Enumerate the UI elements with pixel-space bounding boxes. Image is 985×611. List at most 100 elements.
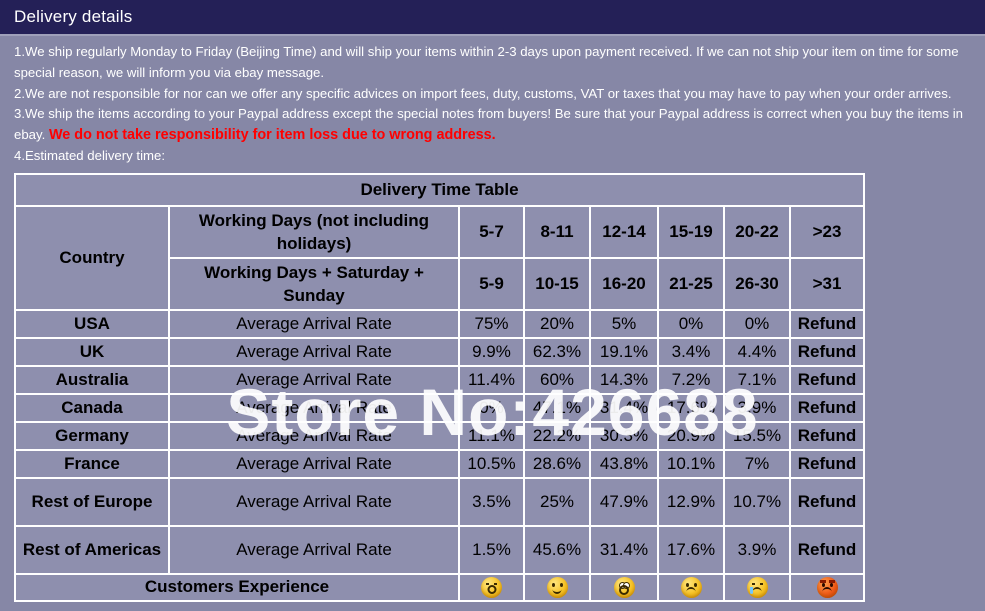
table-row: USA Average Arrival Rate 75% 20% 5% 0% 0… [16,310,863,337]
rate-value: 28.6% [525,450,589,477]
table-row: Canada Average Arrival Rate 0% 47.1% 31.… [16,394,863,421]
rate-value: 17.6% [659,526,723,573]
working-days-range-3: 12-14 [591,206,657,257]
rate-value: 9.9% [460,338,523,365]
experience-cell [725,574,789,600]
policy-warning-text: We do not take responsibility for item l… [48,127,496,144]
rate-label: Average Arrival Rate [170,310,458,337]
rate-value: 14.3% [591,366,657,393]
rate-value: 62.3% [525,338,589,365]
country-name: Australia [16,366,168,393]
table-row: France Average Arrival Rate 10.5% 28.6% … [16,450,863,477]
country-name: Rest of Europe [16,478,168,525]
rate-value: 7% [725,450,789,477]
refund-label: Refund [791,338,863,365]
refund-label: Refund [791,526,863,573]
rate-value: 10.7% [725,478,789,525]
rate-label: Average Arrival Rate [170,394,458,421]
rate-value: 20% [525,310,589,337]
country-name: France [16,450,168,477]
rate-value: 5% [591,310,657,337]
experience-cell [791,574,863,600]
weekend-range-3: 16-20 [591,258,657,309]
refund-label: Refund [791,366,863,393]
country-column-header: Country [16,206,168,309]
rate-value: 75% [460,310,523,337]
policy-line-2: 2.We are not responsible for nor can we … [14,85,952,101]
country-name: USA [16,310,168,337]
rate-value: 47.9% [591,478,657,525]
rate-value: 11.4% [460,366,523,393]
customers-experience-label: Customers Experience [16,574,458,600]
working-days-range-1: 5-7 [460,206,523,257]
rate-label: Average Arrival Rate [170,422,458,449]
rate-value: 20.9% [659,422,723,449]
weekend-range-6: >31 [791,258,863,309]
rate-value: 11.1% [460,422,523,449]
rate-value: 0% [725,310,789,337]
page-title: Delivery details [14,7,133,26]
rate-value: 10.1% [659,450,723,477]
weekend-range-1: 5-9 [460,258,523,309]
table-caption: Delivery Time Table [16,174,863,205]
experience-cell [460,574,523,600]
policy-line-4: 4.Estimated delivery time: [14,147,165,163]
table-caption-row: Delivery Time Table [16,174,863,205]
experience-cell [591,574,657,600]
rate-value: 3.4% [659,338,723,365]
rate-value: 7.2% [659,366,723,393]
frowning-face-icon [680,576,702,598]
delivery-time-table-wrapper: Delivery Time Table Country Working Days… [0,167,985,602]
refund-label: Refund [791,450,863,477]
rate-value: 12.9% [659,478,723,525]
rate-value: 43.8% [591,450,657,477]
table-row: Germany Average Arrival Rate 11.1% 22.2%… [16,422,863,449]
weekend-range-2: 10-15 [525,258,589,309]
rate-label: Average Arrival Rate [170,526,458,573]
rate-value: 25% [525,478,589,525]
weekend-range-4: 21-25 [659,258,723,309]
country-name: UK [16,338,168,365]
angry-face-icon [816,576,838,598]
rate-value: 0% [659,310,723,337]
rate-value: 3.9% [725,394,789,421]
header-bar: Delivery details [0,0,985,36]
rate-value: 31.4% [591,394,657,421]
country-name: Canada [16,394,168,421]
rate-value: 60% [525,366,589,393]
rate-label: Average Arrival Rate [170,338,458,365]
experience-cell [659,574,723,600]
rate-value: 30.3% [591,422,657,449]
table-row: UK Average Arrival Rate 9.9% 62.3% 19.1%… [16,338,863,365]
policy-text-block: 1.We ship regularly Monday to Friday (Be… [0,36,985,167]
rate-value: 3.9% [725,526,789,573]
rate-value: 10.5% [460,450,523,477]
shocked-face-icon [613,576,635,598]
rate-value: 7.1% [725,366,789,393]
refund-label: Refund [791,478,863,525]
policy-line-1: 1.We ship regularly Monday to Friday (Be… [14,44,959,80]
crying-face-icon [746,576,768,598]
customers-experience-row: Customers Experience [16,574,863,600]
working-days-weekend-label: Working Days + Saturday + Sunday [170,258,458,309]
country-name: Rest of Americas [16,526,168,573]
refund-label: Refund [791,422,863,449]
rate-value: 22.2% [525,422,589,449]
refund-label: Refund [791,310,863,337]
rate-value: 3.5% [460,478,523,525]
delivery-time-table: Delivery Time Table Country Working Days… [14,172,865,602]
rate-value: 19.1% [591,338,657,365]
working-days-range-5: 20-22 [725,206,789,257]
table-row: Rest of Americas Average Arrival Rate 1.… [16,526,863,573]
policy-line-3: 3.We ship the items according to your Pa… [14,104,973,146]
working-days-range-2: 8-11 [525,206,589,257]
rate-value: 15.5% [725,422,789,449]
rate-label: Average Arrival Rate [170,478,458,525]
rate-label: Average Arrival Rate [170,366,458,393]
country-name: Germany [16,422,168,449]
working-days-label: Working Days (not including holidays) [170,206,458,257]
rate-value: 17.6% [659,394,723,421]
rate-value: 4.4% [725,338,789,365]
rate-value: 1.5% [460,526,523,573]
kissing-face-icon [481,576,502,598]
